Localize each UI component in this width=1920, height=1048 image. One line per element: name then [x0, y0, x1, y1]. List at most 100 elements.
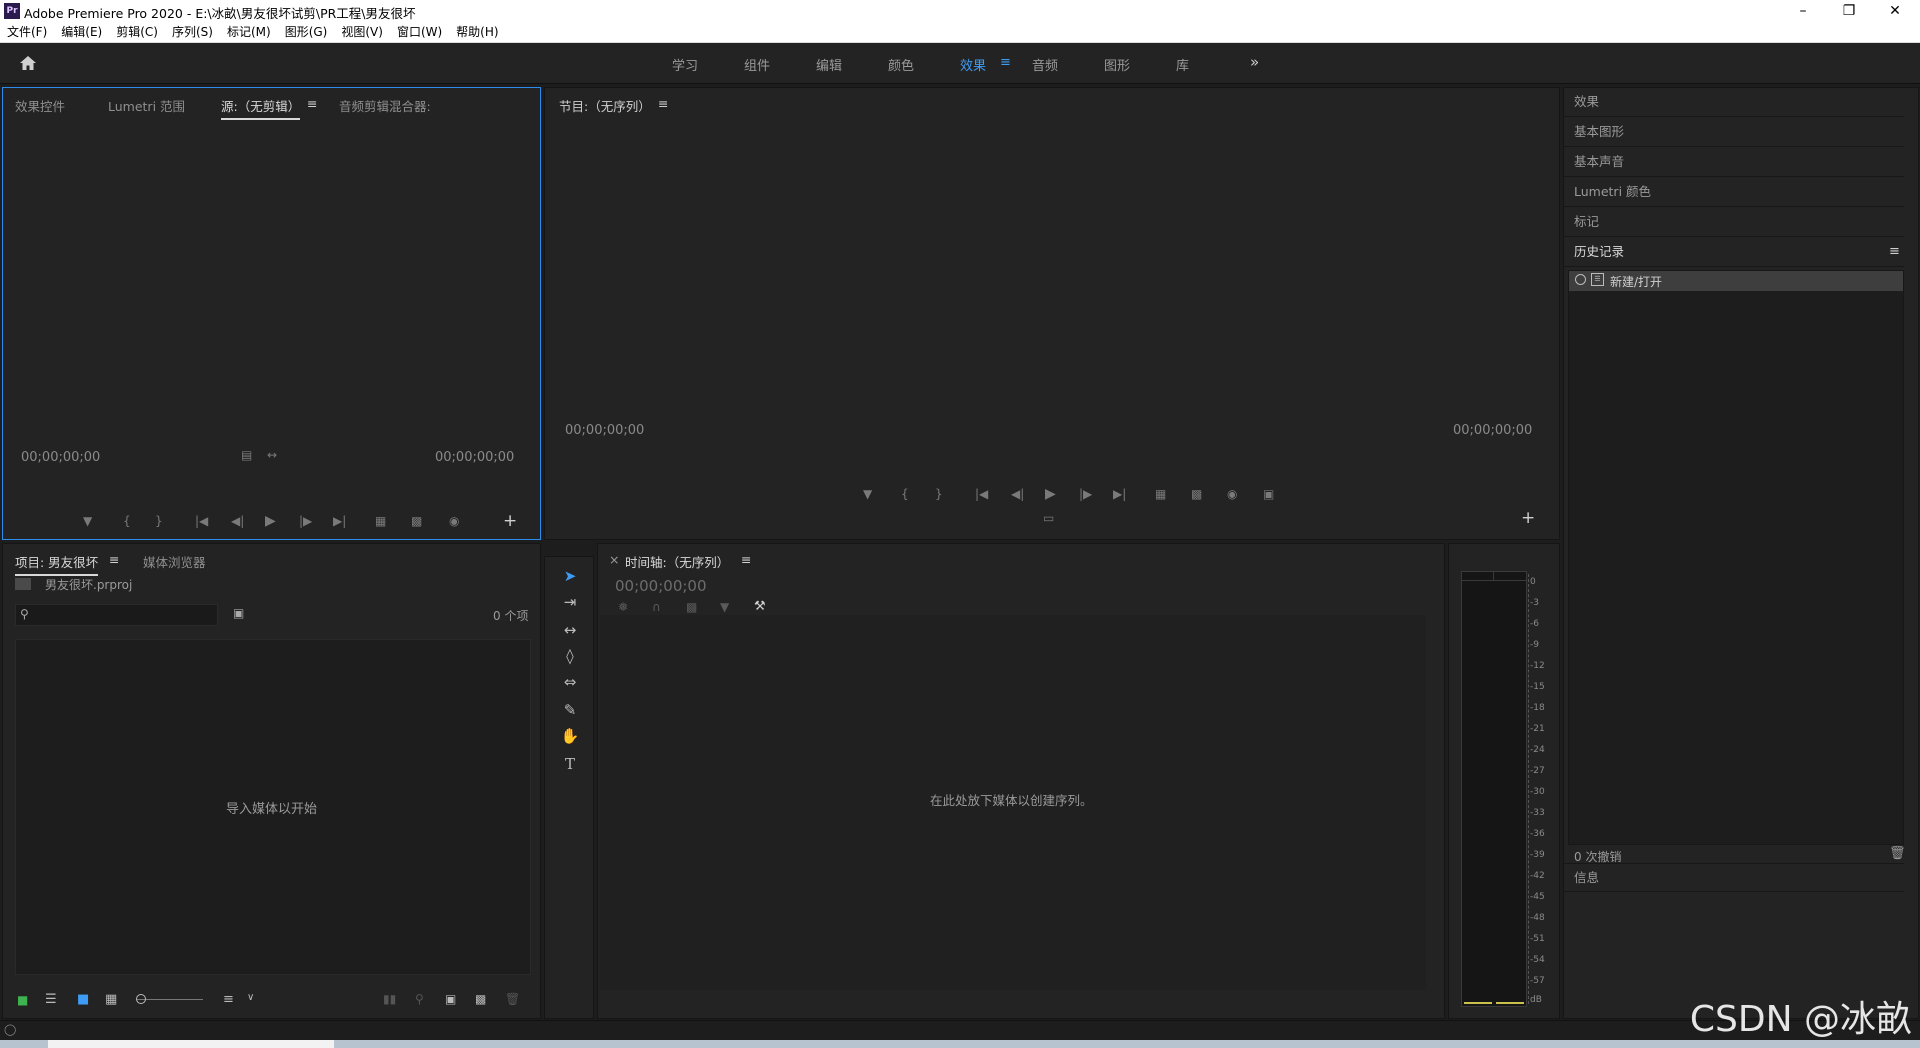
type-tool-icon[interactable]: T [559, 753, 581, 775]
clear-icon[interactable]: 🗑 [505, 992, 520, 1006]
menu-graphics[interactable]: 图形(G) [278, 22, 335, 42]
tab-media-browser[interactable]: 媒体浏览器 [143, 552, 206, 571]
history-panel-title[interactable]: 历史记录 [1564, 238, 1904, 267]
play-icon[interactable]: ▶ [265, 513, 276, 529]
zoom-slider[interactable] [137, 999, 203, 1000]
snap-icon[interactable]: ∩ [652, 600, 661, 614]
button-editor-add-icon[interactable]: + [503, 511, 517, 531]
tab-audio-clip-mixer[interactable]: 音频剪辑混合器: [339, 96, 431, 115]
lock-icon[interactable]: ■ [17, 993, 28, 1007]
program-go-to-in-icon[interactable]: |◀ [975, 487, 988, 501]
timeline-drop-area[interactable]: 在此处放下媒体以创建序列。 [600, 615, 1426, 990]
comparison-view-icon[interactable]: ▣ [1263, 487, 1274, 501]
tab-program[interactable]: 节目:（无序列） [559, 96, 651, 115]
go-to-out-icon[interactable]: ▶| [333, 514, 346, 528]
pen-tool-icon[interactable]: ✎ [559, 699, 581, 721]
new-item-icon[interactable]: ▩ [475, 992, 486, 1006]
menu-clip[interactable]: 剪辑(C) [109, 22, 165, 42]
extract-icon[interactable]: ▩ [1191, 487, 1202, 501]
razor-tool-icon[interactable]: ◊ [559, 645, 581, 667]
list-view-icon[interactable]: ☰ [45, 992, 57, 1007]
timeline-timecode[interactable]: 00;00;00;00 [615, 577, 707, 595]
program-go-to-out-icon[interactable]: ▶| [1113, 487, 1126, 501]
lift-icon[interactable]: ▦ [1155, 487, 1166, 501]
source-timecode-left[interactable]: 00;00;00;00 [21, 450, 100, 465]
ripple-edit-tool-icon[interactable]: ↔ [559, 619, 581, 641]
automate-to-sequence-icon[interactable]: ▮▮ [383, 992, 396, 1006]
mark-in-icon[interactable]: { [123, 514, 131, 528]
workspace-libraries[interactable]: 库 [1176, 55, 1189, 74]
tab-effect-controls[interactable]: 效果控件 [15, 96, 65, 115]
tab-timeline[interactable]: 时间轴:（无序列） [625, 552, 729, 571]
effects-panel-tab[interactable]: 效果 [1564, 88, 1904, 117]
markers-panel-tab[interactable]: 标记 [1564, 208, 1904, 237]
program-play-icon[interactable]: ▶ [1045, 486, 1056, 502]
export-frame-icon[interactable]: ◉ [449, 514, 459, 528]
go-to-in-icon[interactable]: |◀ [195, 514, 208, 528]
home-icon[interactable] [18, 53, 38, 73]
program-mark-out-icon[interactable]: } [935, 487, 943, 501]
selection-tool-icon[interactable]: ➤ [559, 565, 581, 587]
drag-video-icon[interactable]: ▤ [241, 448, 252, 462]
step-forward-icon[interactable]: |▶ [299, 514, 312, 528]
new-bin-icon[interactable]: ▣ [445, 992, 456, 1006]
menu-help[interactable]: 帮助(H) [449, 22, 505, 42]
add-marker-icon[interactable]: ▼ [83, 514, 92, 528]
tab-program-menu-icon[interactable]: ≡ [658, 96, 668, 111]
track-select-tool-icon[interactable]: ⇥ [559, 591, 581, 613]
tab-source[interactable]: 源:（无剪辑） [221, 96, 301, 120]
close-icon[interactable]: ✕ [1872, 0, 1918, 22]
program-button-editor-add-icon[interactable]: + [1521, 508, 1535, 528]
workspace-editing[interactable]: 编辑 [816, 55, 842, 74]
linked-selection-icon[interactable]: ▩ [686, 600, 697, 614]
program-step-back-icon[interactable]: ◀| [1011, 487, 1024, 501]
project-search-input[interactable]: ⚲ [15, 604, 218, 626]
program-mark-in-icon[interactable]: { [901, 487, 909, 501]
delete-history-icon[interactable]: 🗑 [1889, 846, 1906, 861]
program-add-marker-icon[interactable]: ▼ [863, 487, 872, 501]
more-workspaces-icon[interactable]: » [1250, 53, 1259, 71]
tab-lumetri-scopes[interactable]: Lumetri 范围 [108, 96, 185, 115]
minimize-icon[interactable]: – [1780, 0, 1826, 22]
project-content-area[interactable]: 导入媒体以开始 [15, 639, 531, 975]
workspace-learn[interactable]: 学习 [672, 55, 698, 74]
slip-tool-icon[interactable]: ⇔ [559, 671, 581, 693]
workspace-assembly[interactable]: 组件 [744, 55, 770, 74]
sort-dropdown-chevron-icon[interactable]: ∨ [247, 992, 254, 1003]
toggle-proxy-icon[interactable]: ▭ [1043, 511, 1054, 525]
menu-markers[interactable]: 标记(M) [220, 22, 278, 42]
program-timecode-left[interactable]: 00;00;00;00 [565, 423, 644, 438]
new-search-bin-icon[interactable]: ▣ [233, 606, 244, 620]
menu-window[interactable]: 窗口(W) [390, 22, 449, 42]
find-icon[interactable]: ⚲ [415, 992, 424, 1006]
peak-indicators[interactable] [1462, 572, 1526, 581]
taskbar-item[interactable] [48, 1040, 334, 1048]
insert-icon[interactable]: ▦ [375, 514, 386, 528]
history-menu-icon[interactable]: ≡ [1889, 244, 1900, 259]
step-back-icon[interactable]: ◀| [231, 514, 244, 528]
restore-icon[interactable]: ❐ [1826, 0, 1872, 22]
workspace-color[interactable]: 颜色 [888, 55, 914, 74]
lumetri-color-panel-tab[interactable]: Lumetri 颜色 [1564, 178, 1904, 207]
nest-icon[interactable]: ❅ [618, 600, 628, 614]
overwrite-icon[interactable]: ▩ [411, 514, 422, 528]
freeform-view-icon[interactable]: ▦ [105, 992, 117, 1007]
menu-view[interactable]: 视图(V) [334, 22, 390, 42]
close-timeline-icon[interactable]: × [609, 552, 619, 567]
wrench-icon[interactable]: ⚒ [754, 599, 766, 614]
history-entry[interactable]: ☰ 新建/打开 [1569, 271, 1903, 291]
tab-project[interactable]: 项目: 男友很坏 [15, 552, 99, 576]
workspace-effects[interactable]: 效果 [960, 55, 986, 74]
sort-icon[interactable]: ≡ [223, 992, 234, 1007]
info-panel-tab[interactable]: 信息 [1564, 863, 1904, 892]
drag-audio-icon[interactable]: ↔ [267, 448, 277, 462]
tab-project-menu-icon[interactable]: ≡ [109, 552, 119, 567]
mark-out-icon[interactable]: } [155, 514, 163, 528]
workspace-effects-menu-icon[interactable]: ≡ [1000, 55, 1011, 70]
tab-timeline-menu-icon[interactable]: ≡ [741, 552, 751, 567]
essential-graphics-panel-tab[interactable]: 基本图形 [1564, 118, 1904, 147]
tab-source-menu-icon[interactable]: ≡ [307, 96, 317, 111]
icon-view-icon[interactable]: ■ [77, 992, 89, 1007]
workspace-audio[interactable]: 音频 [1032, 55, 1058, 74]
menu-edit[interactable]: 编辑(E) [54, 22, 109, 42]
